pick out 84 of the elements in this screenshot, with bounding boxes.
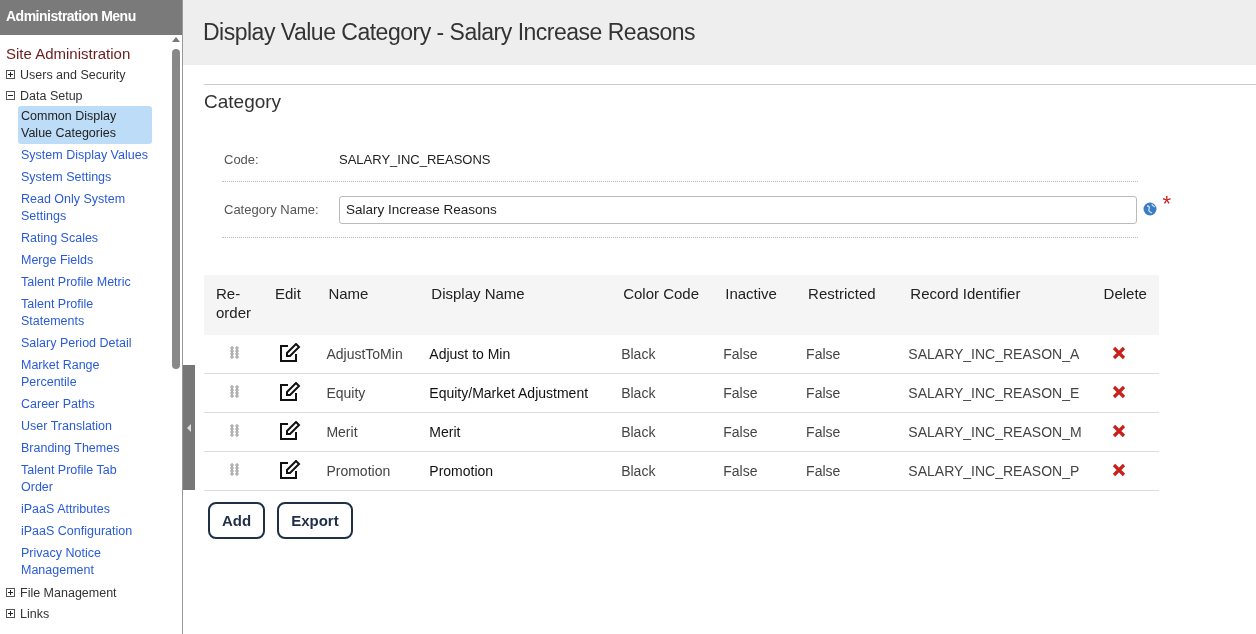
sidebar-item[interactable]: Branding Themes xyxy=(18,438,152,459)
table-cell: False xyxy=(796,373,899,413)
table-cell: Merit xyxy=(316,412,420,452)
delete-icon[interactable] xyxy=(1111,384,1126,399)
column-header: Edit xyxy=(263,275,317,335)
column-header: Display Name xyxy=(419,275,612,335)
caret-icon xyxy=(187,423,191,432)
table-cell: False xyxy=(796,451,899,491)
add-button[interactable]: Add xyxy=(208,502,266,539)
table-cell: Promotion xyxy=(316,451,420,491)
sidebar-group[interactable]: Users and Security xyxy=(20,67,126,82)
sidebar-item[interactable]: Merge Fields xyxy=(18,250,152,271)
field-value: SALARY_INC_REASONS xyxy=(339,151,491,167)
sidebar-item[interactable]: Market Range Percentile xyxy=(18,355,152,393)
delete-icon[interactable] xyxy=(1111,423,1126,438)
globe-icon[interactable] xyxy=(1143,202,1157,216)
edit-icon[interactable] xyxy=(279,459,301,480)
drag-handle-icon[interactable] xyxy=(230,463,239,476)
table-cell: Black xyxy=(611,373,714,413)
sidebar-item[interactable]: System Settings xyxy=(18,167,152,188)
table-cell: False xyxy=(713,373,797,413)
sidebar-item[interactable]: Read Only System Settings xyxy=(18,189,152,227)
table-cell: Equity xyxy=(316,373,420,413)
sidebar-item[interactable]: Salary Period Detail xyxy=(18,333,152,354)
sidebar-item[interactable]: Rating Scales xyxy=(18,228,152,249)
delete-icon[interactable] xyxy=(1111,462,1126,477)
column-header: Inactive xyxy=(713,275,797,335)
column-header: Delete xyxy=(1091,275,1159,335)
section-heading: Site Administration xyxy=(6,45,132,62)
table-cell: Black xyxy=(611,451,714,491)
delete-icon[interactable] xyxy=(1111,345,1126,360)
sidebar-item[interactable]: Talent Profile Tab Order xyxy=(18,460,152,498)
table-cell: Black xyxy=(611,412,714,452)
required-mark: * xyxy=(1162,191,1171,217)
sidebar-item[interactable]: Talent Profile Statements xyxy=(18,294,152,332)
table-cell: False xyxy=(713,451,797,491)
sidebar-item[interactable]: System Display Values xyxy=(18,145,152,166)
sidebar-item[interactable]: Privacy Notice Management xyxy=(18,543,152,581)
sidebar-item[interactable]: Talent Profile Metric xyxy=(18,272,152,293)
collapse-icon[interactable] xyxy=(6,91,15,100)
collapse-handle[interactable] xyxy=(183,365,195,490)
column-header: Restricted xyxy=(796,275,899,335)
sidebar-group[interactable]: File Management xyxy=(20,585,117,600)
sidebar-group[interactable]: Data Setup xyxy=(20,88,83,103)
sidebar-item[interactable]: Common Display Value Categories xyxy=(18,106,152,144)
table-cell: SALARY_INC_REASON_M xyxy=(898,412,1092,452)
sidebar-item[interactable]: iPaaS Configuration xyxy=(18,521,152,542)
table-cell: False xyxy=(713,412,797,452)
sidebar-group[interactable]: Links xyxy=(20,606,50,621)
column-header: Record Identifier xyxy=(898,275,1092,335)
table-cell: Promotion xyxy=(419,451,612,491)
sidebar-item[interactable]: User Translation xyxy=(18,416,152,437)
table-cell: Adjust to Min xyxy=(419,335,612,374)
drag-handle-icon[interactable] xyxy=(230,346,239,359)
page-title: Display Value Category - Salary Increase Reasons xyxy=(203,19,696,46)
drag-handle-icon[interactable] xyxy=(230,385,239,398)
field-label: Code: xyxy=(223,151,260,167)
table-cell: Black xyxy=(611,335,714,374)
expand-icon[interactable] xyxy=(6,588,15,597)
edit-icon[interactable] xyxy=(279,342,301,363)
export-button[interactable]: Export xyxy=(277,502,353,539)
sidebar-item[interactable]: iPaaS Attributes xyxy=(18,499,152,520)
table-cell: Equity/Market Adjustment xyxy=(419,373,612,413)
table-cell: False xyxy=(713,335,797,374)
drag-handle-icon[interactable] xyxy=(230,424,239,437)
table-cell: SALARY_INC_REASON_P xyxy=(898,451,1092,491)
expand-icon[interactable] xyxy=(6,70,15,79)
field-label: Category Name: xyxy=(223,202,320,217)
expand-icon[interactable] xyxy=(6,609,15,618)
column-header: Name xyxy=(316,275,420,335)
column-header: Color Code xyxy=(611,275,714,335)
input-field[interactable]: Salary Increase Reasons xyxy=(339,195,1137,224)
table-cell: AdjustToMin xyxy=(316,335,420,374)
sidebar-item[interactable]: Career Paths xyxy=(18,394,152,415)
edit-icon[interactable] xyxy=(279,420,301,441)
table-cell: False xyxy=(796,335,899,374)
column-header: Re-order xyxy=(204,275,263,335)
sidebar-title: Administration Menu xyxy=(0,0,182,35)
edit-icon[interactable] xyxy=(279,381,301,402)
table-cell: False xyxy=(796,412,899,452)
table-cell: Merit xyxy=(419,412,612,452)
table-cell: SALARY_INC_REASON_E xyxy=(898,373,1092,413)
table-cell: SALARY_INC_REASON_A xyxy=(898,335,1092,374)
section-title: Category xyxy=(204,91,283,113)
